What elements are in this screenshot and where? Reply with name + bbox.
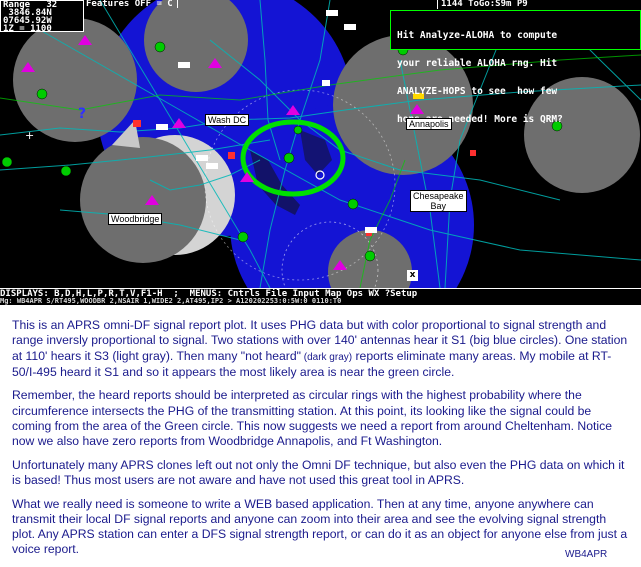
caption-p1-dark-gray-note: (dark gray)	[300, 351, 353, 363]
aloha-line-1: Hit Analyze-ALOHA to compute	[397, 29, 558, 41]
position-readout: Range 32 3846.84N 07645.92W 1Z = 1100	[0, 0, 84, 34]
caption-paragraph-1: This is an APRS omni-DF signal report pl…	[12, 318, 632, 380]
map-label-annapolis: Annapolis	[406, 118, 452, 130]
aloha-line-2: your reliable ALOHA rng. Hit	[397, 58, 558, 70]
map-label-chesapeake: Chesapeake Bay	[410, 190, 467, 212]
aprs-map-window: ? + Range 32 3846.84N 07645.92W 1Z = 110…	[0, 0, 641, 305]
features-toggle[interactable]: Features OFF = C	[86, 0, 178, 9]
caption-paragraph-4: What we really need is someone to write …	[12, 496, 628, 557]
crosshair-icon: +	[25, 129, 34, 142]
caption-paragraph-3: Unfortunately many APRS clones left out …	[12, 457, 625, 488]
beacon-countdown: 1144 ToGo:S9m P9	[437, 0, 641, 9]
aloha-hint-box[interactable]: Hit Analyze-ALOHA to compute your reliab…	[390, 10, 641, 125]
aloha-line-3: ANALYZE-HOPS to see how few	[397, 86, 558, 98]
close-icon[interactable]: x	[407, 270, 418, 281]
author-signature: WB4APR	[565, 549, 608, 560]
map-label-woodbridge: Woodbridge	[108, 213, 163, 225]
map-label-washdc: Wash DC	[205, 114, 250, 126]
map-label-chesapeake-line2: Bay	[430, 201, 447, 211]
unknown-station-icon[interactable]: ?	[78, 106, 86, 122]
not-heard-circle-nw	[13, 18, 137, 142]
caption-paragraph-2: Remember, the heard reports should be in…	[12, 388, 612, 449]
caption-text: This is an APRS omni-DF signal report pl…	[12, 318, 632, 566]
not-heard-circle-woodbridge	[80, 137, 206, 263]
map-label-chesapeake-line1: Chesapeake	[413, 191, 464, 201]
status-line: Mg: WB4APR S/RT495,WOODBR 2,NSAIR 1,WIDE…	[0, 298, 641, 305]
readout-zoom-time: 1Z = 1100	[3, 24, 52, 34]
